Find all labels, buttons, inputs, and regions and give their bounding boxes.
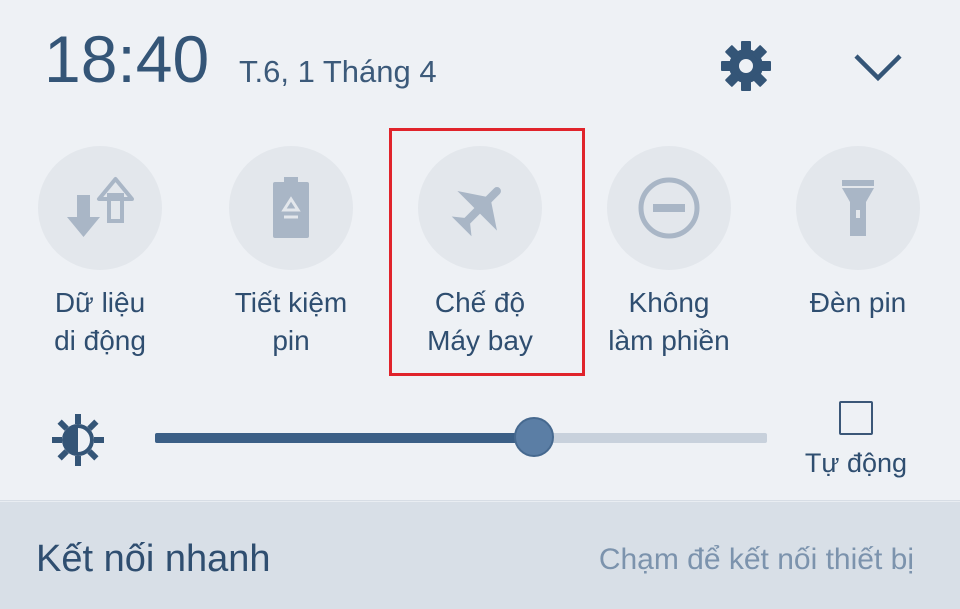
auto-brightness-label: Tự động <box>804 448 908 478</box>
mobile-data-icon <box>67 177 134 237</box>
tile-do-not-disturb-circle[interactable] <box>607 146 731 270</box>
clock-date: T.6, 1 Tháng 4 <box>239 54 437 89</box>
gear-icon[interactable] <box>718 38 774 94</box>
chevron-down-icon[interactable] <box>850 46 906 86</box>
tile-flashlight-circle[interactable] <box>796 146 920 270</box>
do-not-disturb-icon <box>638 177 700 239</box>
tile-label-line: di động <box>54 325 146 356</box>
brightness-slider-fill <box>155 433 535 443</box>
tile-label-line: Đèn pin <box>809 287 907 318</box>
tile-do-not-disturb-label: Không làm phiền <box>584 284 754 360</box>
quick-connect-title: Kết nối nhanh <box>36 538 271 580</box>
tile-do-not-disturb[interactable]: Không làm phiền <box>584 146 754 360</box>
battery-saver-icon <box>273 177 309 238</box>
highlight-box <box>389 128 585 376</box>
brightness-slider[interactable] <box>155 417 767 457</box>
flashlight-icon <box>842 180 874 236</box>
quick-connect-hint[interactable]: Chạm để kết nối thiết bị <box>599 545 914 575</box>
tile-mobile-data-label: Dữ liệu di động <box>15 284 185 360</box>
tile-label-line: Dữ liệu <box>54 287 146 318</box>
brightness-icon <box>50 412 106 468</box>
tile-mobile-data[interactable]: Dữ liệu di động <box>15 146 185 360</box>
tile-mobile-data-circle[interactable] <box>38 146 162 270</box>
tile-label-line: Tiết kiệm <box>234 287 348 318</box>
tile-flashlight[interactable]: Đèn pin <box>773 146 943 322</box>
tile-flashlight-label: Đèn pin <box>773 284 943 322</box>
tile-battery-saver[interactable]: Tiết kiệm pin <box>206 146 376 360</box>
auto-brightness-checkbox[interactable] <box>839 401 873 435</box>
tile-label-line: Không <box>628 287 710 318</box>
tile-battery-saver-label: Tiết kiệm pin <box>206 284 376 360</box>
tile-label-line: làm phiền <box>608 325 730 356</box>
tile-battery-saver-circle[interactable] <box>229 146 353 270</box>
clock-time: 18:40 <box>44 22 210 96</box>
tile-label-line: pin <box>272 325 310 356</box>
